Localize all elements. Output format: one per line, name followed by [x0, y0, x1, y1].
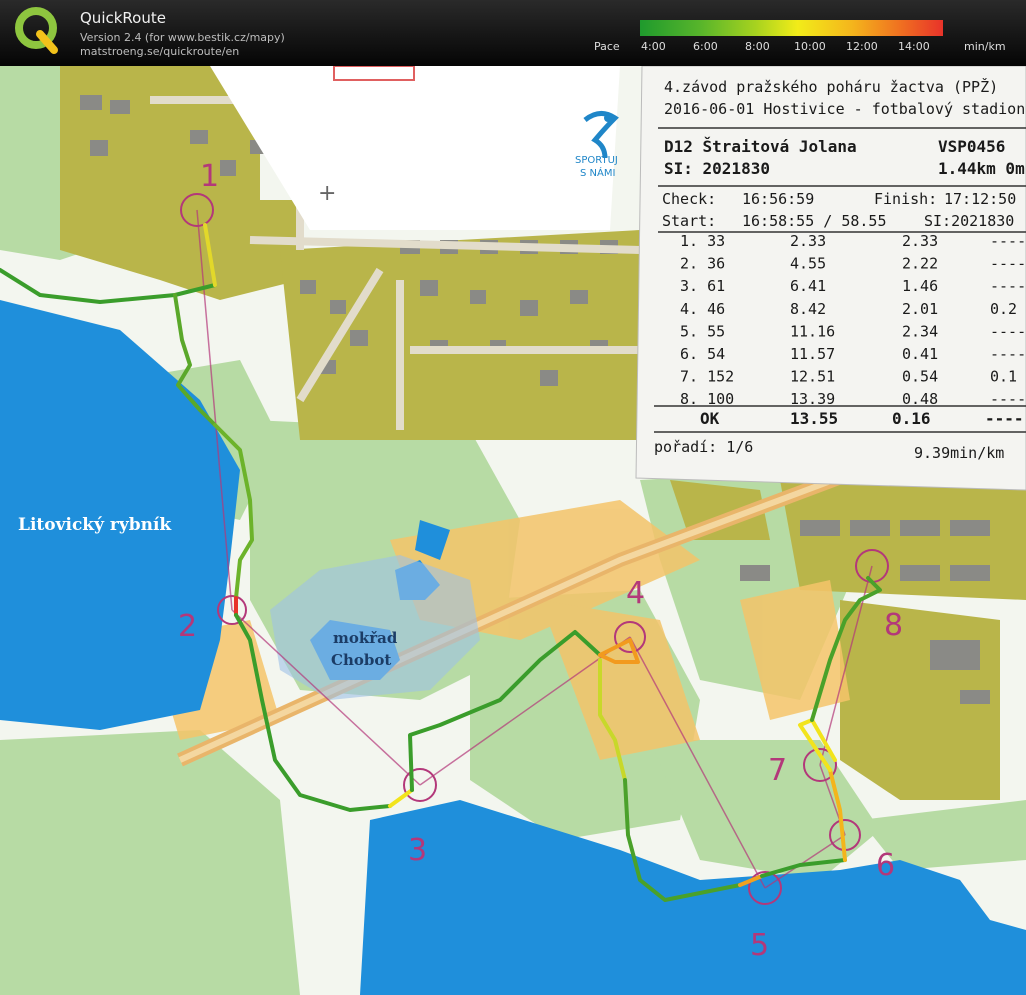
- split-cell-code: 7. 152: [680, 368, 734, 386]
- pace-unit: min/km: [964, 40, 1006, 53]
- split-cell-split: 2.22: [902, 255, 938, 273]
- control-number-2: 2: [178, 609, 197, 644]
- control-number-7: 7: [768, 753, 787, 788]
- lake-label: Litovický rybník: [18, 515, 172, 535]
- control-number-4: 4: [626, 576, 645, 611]
- pace-tick: 12:00: [846, 40, 878, 53]
- split-cell-total: 6.41: [790, 277, 826, 295]
- quickroute-window: QuickRoute Version 2.4 (for www.bestik.c…: [0, 0, 1026, 995]
- control-number-5: 5: [750, 928, 769, 963]
- receipt-start-time: 16:58:55 / 58.55: [742, 212, 887, 230]
- split-cell-code: 5. 55: [680, 322, 725, 340]
- receipt-finish-label: Finish:: [874, 190, 937, 208]
- split-cell-total: 2.33: [790, 232, 826, 250]
- split-cell-extra: ----: [990, 277, 1026, 295]
- receipt-event-line2: 2016-06-01 Hostivice - fotbalový stadion: [664, 100, 1025, 118]
- receipt-check-time: 16:56:59: [742, 190, 814, 208]
- sport-logo-text-1: SPORTUJ: [575, 155, 618, 166]
- pace-tick: 6:00: [693, 40, 718, 53]
- receipt-ok-label: OK: [700, 409, 720, 428]
- split-cell-code: 1. 33: [680, 232, 725, 250]
- wetland-label-2: Chobot: [331, 651, 391, 669]
- receipt-si: SI: 2021830: [664, 159, 770, 178]
- split-cell-extra: 0.2: [990, 300, 1017, 318]
- receipt-course: 1.44km 0m: [938, 159, 1025, 178]
- split-cell-code: 3. 61: [680, 277, 725, 295]
- split-cell-extra: ----: [990, 322, 1026, 340]
- split-cell-total: 4.55: [790, 255, 826, 273]
- control-number-3: 3: [408, 833, 427, 868]
- map-canvas: SPORTUJ S NÁMI + 4.závod pražského pohár…: [0, 66, 1026, 995]
- split-cell-extra: ----: [990, 232, 1026, 250]
- split-cell-split: 2.33: [902, 232, 938, 250]
- split-cell-total: 8.42: [790, 300, 826, 318]
- receipt-club: VSP0456: [938, 137, 1005, 156]
- control-number-8: 8: [884, 608, 903, 643]
- receipt-competitor: D12 Štraitová Jolana: [664, 137, 857, 156]
- app-title: QuickRoute: [80, 9, 166, 27]
- orienteering-map[interactable]: SPORTUJ S NÁMI + 4.závod pražského pohár…: [0, 66, 1026, 995]
- receipt-start-si: SI:2021830: [924, 212, 1014, 230]
- split-cell-extra: 0.1: [990, 368, 1017, 386]
- split-cell-extra: ----: [990, 255, 1026, 273]
- receipt-event-line1: 4.závod pražského poháru žactva (PPŽ): [664, 77, 998, 96]
- split-cell-code: 4. 46: [680, 300, 725, 318]
- pace-label: Pace: [594, 40, 620, 53]
- receipt-rank: pořadí: 1/6: [654, 438, 753, 456]
- control-number-6: 6: [876, 848, 895, 883]
- pace-tick: 4:00: [641, 40, 666, 53]
- quickroute-logo-icon: [15, 7, 58, 54]
- split-cell-extra: ----: [990, 345, 1026, 363]
- receipt-ok-split: 0.16: [892, 409, 931, 428]
- receipt-check-label: Check:: [662, 190, 716, 208]
- receipt-pace: 9.39min/km: [914, 444, 1004, 462]
- app-header: QuickRoute Version 2.4 (for www.bestik.c…: [0, 0, 1026, 66]
- results-receipt: 4.závod pražského poháru žactva (PPŽ) 20…: [635, 66, 1026, 491]
- wetland-label-1: mokřad: [333, 629, 398, 647]
- receipt-finish-time: 17:12:50: [944, 190, 1016, 208]
- pace-color-scale: [640, 20, 943, 36]
- split-cell-split: 0.41: [902, 345, 938, 363]
- pace-tick: 14:00: [898, 40, 930, 53]
- split-cell-split: 2.01: [902, 300, 938, 318]
- receipt-ok-total: 13.55: [790, 409, 838, 428]
- split-cell-code: 2. 36: [680, 255, 725, 273]
- split-cell-total: 11.57: [790, 345, 835, 363]
- split-cell-split: 0.54: [902, 368, 938, 386]
- pace-tick: 8:00: [745, 40, 770, 53]
- split-cell-total: 12.51: [790, 368, 835, 386]
- receipt-start-label: Start:: [662, 212, 716, 230]
- pace-tick: 10:00: [794, 40, 826, 53]
- website-text: matstroeng.se/quickroute/en: [80, 45, 240, 58]
- control-number-1: 1: [200, 159, 219, 194]
- split-cell-split: 2.34: [902, 322, 938, 340]
- version-text: Version 2.4 (for www.bestik.cz/mapy): [80, 31, 285, 44]
- split-cell-total: 11.16: [790, 322, 835, 340]
- split-cell-code: 6. 54: [680, 345, 725, 363]
- receipt-ok-extra: ----: [985, 409, 1024, 428]
- sport-logo-text-2: S NÁMI: [580, 166, 615, 179]
- crosshair-mark: +: [318, 181, 336, 206]
- split-cell-split: 1.46: [902, 277, 938, 295]
